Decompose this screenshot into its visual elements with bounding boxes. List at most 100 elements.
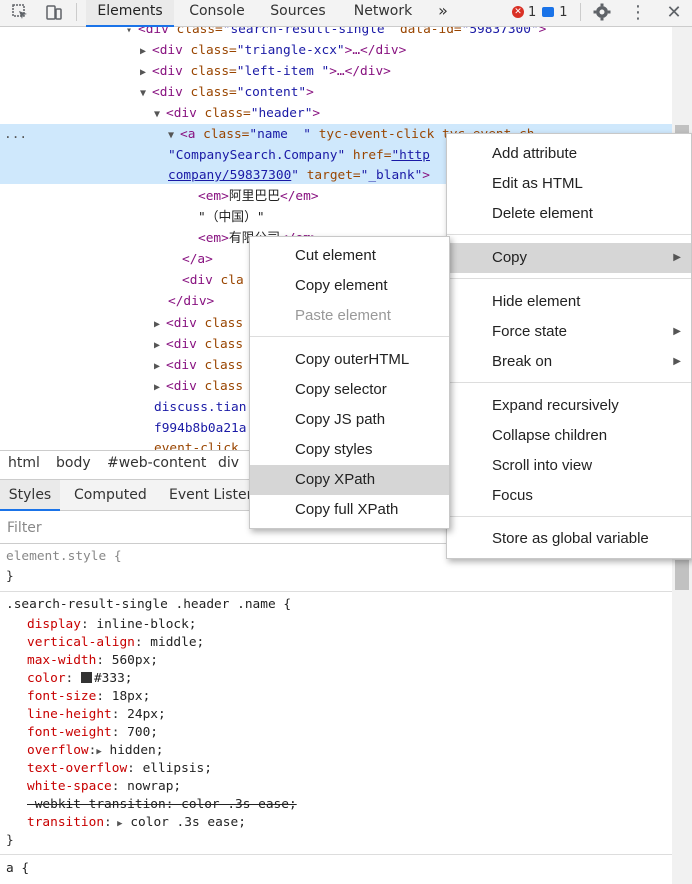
style-property[interactable]: overflow:▶ hidden;	[27, 742, 163, 760]
tree-line[interactable]: <div cla	[182, 270, 244, 291]
style-property[interactable]: vertical-align: middle;	[27, 634, 204, 652]
settings-gear-icon[interactable]	[590, 0, 614, 24]
toolbar-divider	[580, 3, 581, 21]
rule-divider	[0, 854, 672, 855]
tree-line[interactable]: discuss.tian	[154, 397, 246, 418]
tree-line[interactable]: ▼ <div class="header">	[154, 103, 320, 124]
tree-line-selected[interactable]: company/59837300" target="_blank">	[168, 165, 430, 186]
style-property[interactable]: font-weight: 700;	[27, 724, 158, 742]
tree-line[interactable]: </a>	[182, 249, 213, 270]
breadcrumb-item[interactable]: #web-content	[107, 455, 206, 471]
rule-close-brace: }	[6, 569, 14, 584]
tree-line[interactable]: ▶ <div class	[154, 334, 243, 355]
style-property[interactable]: display: inline-block;	[27, 616, 197, 634]
tree-line[interactable]: event-click	[154, 438, 239, 450]
devtools-toolbar: Elements Console Sources Network » ✕ 1 1…	[0, 0, 692, 27]
expand-arrow-icon[interactable]: ▶	[96, 747, 101, 757]
style-property-overridden[interactable]: -webkit-transition: color .3s ease;	[27, 796, 297, 814]
style-property[interactable]: line-height: 24px;	[27, 706, 166, 724]
rule-selector[interactable]: a {	[6, 860, 29, 878]
menu-item-copy[interactable]: Copy ▶	[447, 243, 691, 273]
styles-scrollbar-thumb[interactable]	[675, 560, 689, 590]
tree-line[interactable]: ▾ <div class="search-result-single data-i…	[126, 27, 546, 40]
menu-item-edit-as-html[interactable]: Edit as HTML	[447, 169, 691, 199]
menu-item-force-state[interactable]: Force state ▶	[447, 317, 691, 347]
color-swatch-icon[interactable]	[80, 672, 92, 683]
submenu-arrow-icon: ▶	[673, 252, 681, 263]
style-property[interactable]: color: #333;	[27, 670, 132, 688]
tree-line-selected[interactable]: "CompanySearch.Company" href="http	[168, 145, 430, 166]
style-property[interactable]: font-size: 18px;	[27, 688, 150, 706]
device-toolbar-icon[interactable]	[42, 0, 66, 24]
menu-separator	[447, 234, 691, 235]
tree-line[interactable]: ▶ <div class="left-item ">…</div>	[140, 61, 391, 82]
tab-sources[interactable]: Sources	[262, 0, 334, 27]
error-icon: ✕	[512, 6, 524, 18]
tab-console[interactable]: Console	[180, 0, 254, 27]
style-property[interactable]: white-space: nowrap;	[27, 778, 181, 796]
menu-separator	[250, 336, 449, 337]
menu-item-store-as-global-variable[interactable]: Store as global variable	[447, 524, 691, 554]
menu-item-copy-xpath[interactable]: Copy XPath	[250, 465, 449, 495]
menu-item-copy-js-path[interactable]: Copy JS path	[250, 405, 449, 435]
tab-elements[interactable]: Elements	[86, 0, 174, 27]
style-property[interactable]: transition: ▶ color .3s ease;	[27, 814, 246, 832]
rule-close-brace: }	[6, 833, 14, 848]
tree-line[interactable]: <em>阿里巴巴</em>	[198, 186, 319, 207]
rule-divider	[0, 591, 672, 592]
tab-styles[interactable]: Styles	[0, 480, 60, 511]
inspect-element-icon[interactable]	[8, 0, 32, 24]
menu-item-collapse-children[interactable]: Collapse children	[447, 421, 691, 451]
menu-item-delete-element[interactable]: Delete element	[447, 199, 691, 229]
tab-network[interactable]: Network	[344, 0, 422, 27]
error-count: 1	[528, 4, 537, 20]
tree-line[interactable]: ▼ <div class="content">	[140, 82, 314, 103]
style-property[interactable]: max-width: 560px;	[27, 652, 158, 670]
tab-computed[interactable]: Computed	[74, 480, 147, 511]
node-ellipsis-button[interactable]: ...	[4, 124, 27, 145]
more-options-icon[interactable]: ⋮	[626, 0, 650, 24]
breadcrumb-item[interactable]: html	[8, 455, 40, 471]
tree-line[interactable]: </div>	[168, 291, 214, 312]
menu-item-copy-element[interactable]: Copy element	[250, 271, 449, 301]
breadcrumb-item[interactable]: body	[56, 455, 91, 471]
element-style-selector[interactable]: element.style {	[6, 548, 122, 566]
menu-item-copy-selector[interactable]: Copy selector	[250, 375, 449, 405]
menu-separator	[447, 278, 691, 279]
menu-item-copy-styles[interactable]: Copy styles	[250, 435, 449, 465]
menu-item-cut-element[interactable]: Cut element	[250, 241, 449, 271]
filter-placeholder: Filter	[7, 520, 42, 536]
style-property[interactable]: text-overflow: ellipsis;	[27, 760, 212, 778]
tree-line[interactable]: ▶ <div class	[154, 313, 243, 334]
message-count: 1	[559, 4, 568, 20]
menu-separator	[447, 516, 691, 517]
submenu-arrow-icon: ▶	[673, 356, 681, 367]
toolbar-divider	[76, 3, 77, 21]
menu-item-copy-outerhtml[interactable]: Copy outerHTML	[250, 345, 449, 375]
styles-pane: element.style { } .search-result-single …	[0, 544, 672, 884]
copy-submenu: Cut element Copy element Paste element C…	[249, 236, 450, 529]
tree-line[interactable]: f994b8b0a21a	[154, 418, 246, 439]
more-tabs-button[interactable]: »	[430, 0, 456, 27]
tab-event-listeners[interactable]: Event Listen	[169, 480, 256, 511]
close-icon[interactable]: ✕	[662, 0, 686, 24]
menu-item-add-attribute[interactable]: Add attribute	[447, 139, 691, 169]
rule-selector[interactable]: .search-result-single .header .name {	[6, 596, 291, 614]
menu-item-hide-element[interactable]: Hide element	[447, 287, 691, 317]
expand-arrow-icon[interactable]: ▶	[112, 819, 122, 829]
breadcrumb-item[interactable]: div	[218, 455, 239, 471]
tree-line[interactable]: ▶ <div class	[154, 376, 243, 397]
node-context-menu: Add attribute Edit as HTML Delete elemen…	[446, 133, 692, 559]
menu-item-focus[interactable]: Focus	[447, 481, 691, 511]
submenu-arrow-icon: ▶	[673, 326, 681, 337]
menu-separator	[447, 382, 691, 383]
styles-scrollbar[interactable]	[672, 544, 692, 884]
menu-item-break-on[interactable]: Break on ▶	[447, 347, 691, 377]
menu-item-expand-recursively[interactable]: Expand recursively	[447, 391, 691, 421]
menu-item-copy-full-xpath[interactable]: Copy full XPath	[250, 495, 449, 525]
issues-counter[interactable]: ✕ 1 1	[512, 3, 568, 21]
tree-line[interactable]: ▶ <div class="triangle-xcx">…</div>	[140, 40, 406, 61]
menu-item-scroll-into-view[interactable]: Scroll into view	[447, 451, 691, 481]
tree-line[interactable]: ▶ <div class	[154, 355, 243, 376]
tree-line[interactable]: "（中国）"	[198, 207, 265, 228]
